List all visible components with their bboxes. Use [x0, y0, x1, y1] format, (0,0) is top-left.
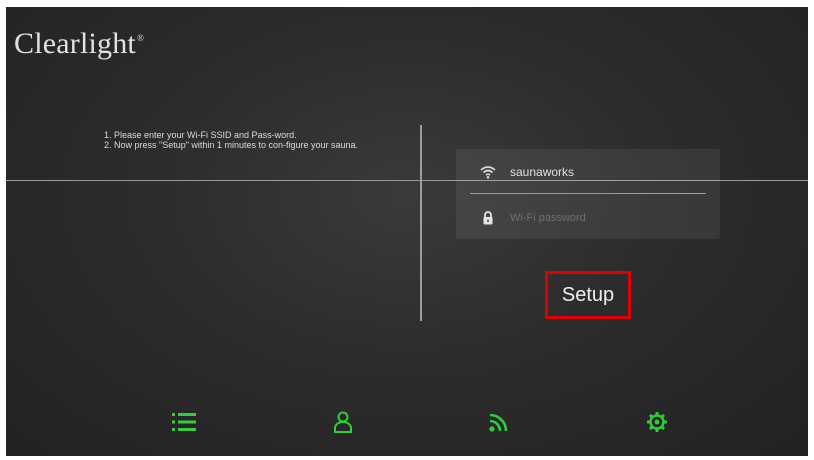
field-divider — [470, 193, 706, 194]
vertical-divider — [420, 125, 422, 321]
brand-name: Clearlight — [14, 27, 136, 60]
nav-user-button[interactable] — [328, 407, 358, 437]
password-input[interactable] — [510, 212, 660, 224]
setup-instructions: 1. Please enter your Wi-Fi SSID and Pass… — [104, 130, 404, 150]
nav-settings-button[interactable] — [642, 407, 672, 437]
instruction-step-2: 2. Now press "Setup" within 1 minutes to… — [104, 139, 359, 150]
ssid-field[interactable]: saunaworks — [456, 155, 720, 189]
wifi-signal-icon — [489, 413, 508, 432]
ssid-value: saunaworks — [510, 165, 575, 179]
list-icon — [172, 413, 196, 431]
settings-gear-icon — [647, 412, 667, 432]
password-field[interactable] — [456, 201, 720, 235]
wifi-icon — [480, 164, 496, 180]
nav-list-button[interactable] — [169, 407, 199, 437]
wifi-credentials-form: saunaworks — [456, 149, 720, 239]
brand-mark: ® — [136, 33, 145, 43]
clearlight-logo: Clearlight® — [14, 27, 144, 61]
setup-button[interactable]: Setup — [545, 271, 631, 319]
user-icon — [334, 411, 352, 433]
nav-wifi-signal-button[interactable] — [484, 407, 514, 437]
bottom-navigation — [6, 401, 808, 441]
lock-icon — [480, 210, 496, 226]
sauna-setup-screen: Clearlight® 1. Please enter your Wi-Fi S… — [6, 7, 808, 456]
